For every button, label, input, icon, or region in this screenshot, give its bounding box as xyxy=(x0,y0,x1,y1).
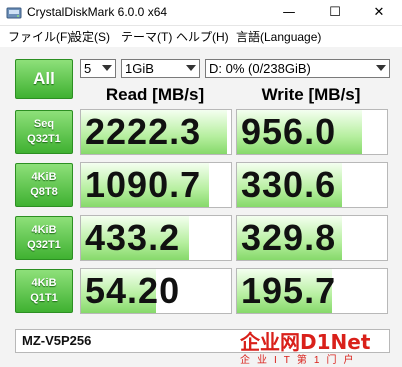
row-label-line1: 4KiB xyxy=(31,171,57,183)
read-value: 433.2 xyxy=(85,217,181,258)
write-result-seq-q32t1: 956.0 xyxy=(236,109,388,155)
menu-language[interactable]: 言語(Language) xyxy=(236,28,321,45)
menu-file[interactable]: ファイル(F) xyxy=(8,28,71,45)
test-size-select[interactable]: 1GiB xyxy=(121,59,200,78)
read-value: 1090.7 xyxy=(85,164,202,205)
main-panel: All 5 1GiB D: 0% (0/238GiB) Read [MB/s] … xyxy=(0,47,402,367)
crystaldiskmark-app-icon xyxy=(6,7,22,19)
title-bar: CrystalDiskMark 6.0.0 x64 — ☐ ✕ xyxy=(0,0,402,26)
read-result-4kib-q1t1: 54.20 xyxy=(80,268,232,314)
read-result-seq-q32t1: 2222.3 xyxy=(80,109,232,155)
minimize-button[interactable]: — xyxy=(266,0,312,26)
window-title: CrystalDiskMark 6.0.0 x64 xyxy=(27,5,168,19)
seq-q32t1-button[interactable]: Seq Q32T1 xyxy=(15,110,73,154)
read-result-4kib-q32t1: 433.2 xyxy=(80,215,232,261)
chevron-down-icon xyxy=(186,65,196,71)
read-column-header: Read [MB/s] xyxy=(105,85,205,104)
read-value: 2222.3 xyxy=(85,111,202,152)
write-result-4kib-q8t8: 330.6 xyxy=(236,162,388,208)
close-button[interactable]: ✕ xyxy=(356,0,402,26)
drive-select[interactable]: D: 0% (0/238GiB) xyxy=(205,59,390,78)
menu-theme[interactable]: テーマ(T) xyxy=(121,28,172,45)
watermark: 企业网D1Net 企业IT第1门户 xyxy=(236,326,402,367)
row-label-line2: Q8T8 xyxy=(30,186,58,198)
row-label-line2: Q1T1 xyxy=(30,292,58,304)
drive-value: D: 0% (0/238GiB) xyxy=(209,61,311,76)
test-count-value: 5 xyxy=(84,61,92,76)
write-value: 195.7 xyxy=(241,270,337,311)
maximize-button[interactable]: ☐ xyxy=(312,0,358,26)
menu-bar: ファイル(F) 設定(S) テーマ(T) ヘルプ(H) 言語(Language) xyxy=(0,26,402,46)
row-label-line1: Seq xyxy=(33,118,55,130)
row-label-line1: 4KiB xyxy=(31,224,57,236)
all-button[interactable]: All xyxy=(15,59,73,99)
menu-settings[interactable]: 設定(S) xyxy=(70,28,110,45)
write-column-header: Write [MB/s] xyxy=(261,85,361,104)
row-label-line2: Q32T1 xyxy=(27,239,61,251)
read-result-4kib-q8t8: 1090.7 xyxy=(80,162,232,208)
test-count-select[interactable]: 5 xyxy=(80,59,116,78)
write-result-4kib-q1t1: 195.7 xyxy=(236,268,388,314)
write-result-4kib-q32t1: 329.8 xyxy=(236,215,388,261)
menu-help[interactable]: ヘルプ(H) xyxy=(176,28,229,45)
chevron-down-icon xyxy=(376,65,386,71)
row-label-line1: 4KiB xyxy=(31,277,57,289)
write-value: 956.0 xyxy=(241,111,337,152)
read-value: 54.20 xyxy=(85,270,181,311)
write-value: 330.6 xyxy=(241,164,337,205)
write-value: 329.8 xyxy=(241,217,337,258)
test-size-value: 1GiB xyxy=(125,61,154,76)
4kib-q32t1-button[interactable]: 4KiB Q32T1 xyxy=(15,216,73,260)
4kib-q1t1-button[interactable]: 4KiB Q1T1 xyxy=(15,269,73,313)
4kib-q8t8-button[interactable]: 4KiB Q8T8 xyxy=(15,163,73,207)
watermark-tagline: 企业IT第1门户 xyxy=(240,355,361,366)
chevron-down-icon xyxy=(102,65,112,71)
row-label-line2: Q32T1 xyxy=(27,133,61,145)
